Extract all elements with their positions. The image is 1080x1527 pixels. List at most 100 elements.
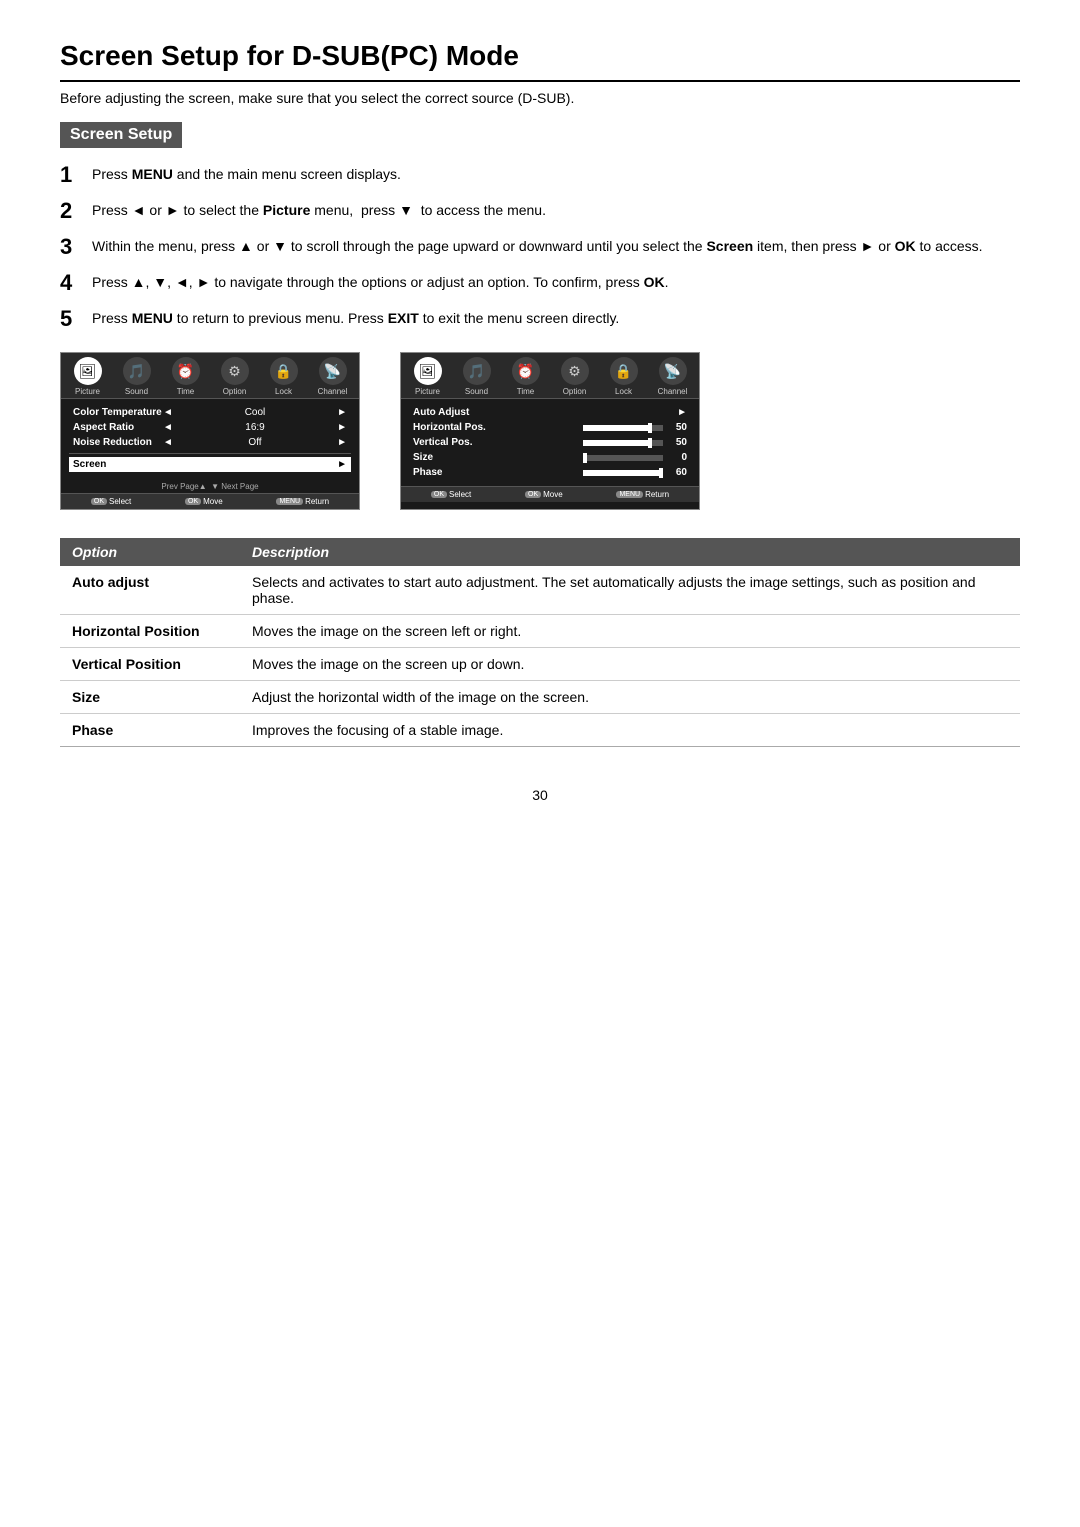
intro-text: Before adjusting the screen, make sure t… — [60, 90, 1020, 106]
table-option-3: Size — [60, 681, 240, 714]
menus-row: 🖼 Picture 🎵 Sound ⏰ Time ⚙ Option 🔒 Lock… — [60, 352, 1020, 510]
step-2: 2 Press ◄ or ► to select the Picture men… — [60, 200, 1020, 224]
right-bottom-select: OK Select — [431, 490, 471, 499]
bottom-select: OK Select — [91, 497, 131, 506]
time-icon: ⏰ — [172, 357, 200, 385]
right-picture-icon: 🖼 — [414, 357, 442, 385]
left-icon-time: ⏰ Time — [166, 357, 206, 396]
table-row-2: Vertical PositionMoves the image on the … — [60, 648, 1020, 681]
size-bar-container: 0 — [433, 452, 687, 463]
table-row-4: PhaseImproves the focusing of a stable i… — [60, 714, 1020, 747]
step-text-4: Press ▲, ▼, ◄, ► to navigate through the… — [92, 272, 669, 293]
right-sound-icon: 🎵 — [463, 357, 491, 385]
vert-pos-bar — [583, 440, 663, 446]
step-text-5: Press MENU to return to previous menu. P… — [92, 308, 619, 329]
vert-pos-marker — [648, 438, 652, 448]
left-row-color-temp: Color Temperature ◄ Cool ► — [69, 405, 351, 420]
page-title: Screen Setup for D-SUB(PC) Mode — [60, 40, 1020, 82]
phase-fill — [583, 470, 661, 476]
picture-icon: 🖼 — [74, 357, 102, 385]
table-description-0: Selects and activates to start auto adju… — [240, 566, 1020, 615]
step-1: 1 Press MENU and the main menu screen di… — [60, 164, 1020, 188]
phase-bar — [583, 470, 663, 476]
left-row-noise: Noise Reduction ◄ Off ► — [69, 435, 351, 450]
left-menu-content: Color Temperature ◄ Cool ► Aspect Ratio … — [61, 399, 359, 478]
step-3: 3 Within the menu, press ▲ or ▼ to scrol… — [60, 236, 1020, 260]
left-menu-separator — [69, 453, 351, 454]
right-menu-icons: 🖼 Picture 🎵 Sound ⏰ Time ⚙ Option 🔒 Lock… — [401, 353, 699, 399]
right-icon-time: ⏰ Time — [506, 357, 546, 396]
left-row-aspect: Aspect Ratio ◄ 16:9 ► — [69, 420, 351, 435]
step-num-3: 3 — [60, 234, 92, 260]
phase-marker — [659, 468, 663, 478]
horiz-pos-bar — [583, 425, 663, 431]
vert-pos-fill — [583, 440, 649, 446]
left-menu-icons: 🖼 Picture 🎵 Sound ⏰ Time ⚙ Option 🔒 Lock… — [61, 353, 359, 399]
step-4: 4 Press ▲, ▼, ◄, ► to navigate through t… — [60, 272, 1020, 296]
horiz-bar-container: 50 — [486, 422, 687, 433]
step-num-1: 1 — [60, 162, 92, 188]
right-time-icon: ⏰ — [512, 357, 540, 385]
left-row-screen: Screen ► — [69, 457, 351, 472]
steps-container: 1 Press MENU and the main menu screen di… — [60, 164, 1020, 332]
option-description-table: Option Description Auto adjustSelects an… — [60, 538, 1020, 747]
horiz-pos-marker — [648, 423, 652, 433]
table-option-4: Phase — [60, 714, 240, 747]
horiz-pos-fill — [583, 425, 649, 431]
page-number: 30 — [60, 787, 1020, 803]
right-row-phase: Phase 60 — [409, 465, 691, 480]
channel-icon: 📡 — [319, 357, 347, 385]
right-row-size: Size 0 — [409, 450, 691, 465]
left-menu-box: 🖼 Picture 🎵 Sound ⏰ Time ⚙ Option 🔒 Lock… — [60, 352, 360, 510]
left-icon-lock: 🔒 Lock — [264, 357, 304, 396]
right-icon-lock: 🔒 Lock — [604, 357, 644, 396]
right-option-icon: ⚙ — [561, 357, 589, 385]
left-icon-picture: 🖼 Picture — [68, 357, 108, 396]
step-num-4: 4 — [60, 270, 92, 296]
bottom-return: MENU Return — [276, 497, 329, 506]
step-num-5: 5 — [60, 306, 92, 332]
left-icon-sound: 🎵 Sound — [117, 357, 157, 396]
col-option-header: Option — [60, 538, 240, 566]
section-heading: Screen Setup — [60, 122, 1020, 164]
table-description-4: Improves the focusing of a stable image. — [240, 714, 1020, 747]
right-menu-bottom: OK Select OK Move MENU Return — [401, 486, 699, 502]
table-description-1: Moves the image on the screen left or ri… — [240, 615, 1020, 648]
right-channel-icon: 📡 — [659, 357, 687, 385]
right-row-auto-adjust: Auto Adjust ► — [409, 405, 691, 420]
table-option-1: Horizontal Position — [60, 615, 240, 648]
table-description-3: Adjust the horizontal width of the image… — [240, 681, 1020, 714]
right-row-vert-pos: Vertical Pos. 50 — [409, 435, 691, 450]
right-icon-channel: 📡 Channel — [653, 357, 693, 396]
table-option-0: Auto adjust — [60, 566, 240, 615]
phase-bar-container: 60 — [442, 467, 687, 478]
right-icon-picture: 🖼 Picture — [408, 357, 448, 396]
bottom-move: OK Move — [185, 497, 223, 506]
table-option-2: Vertical Position — [60, 648, 240, 681]
table-description-2: Moves the image on the screen up or down… — [240, 648, 1020, 681]
right-icon-option: ⚙ Option — [555, 357, 595, 396]
size-bar — [583, 455, 663, 461]
vert-bar-container: 50 — [472, 437, 687, 448]
step-5: 5 Press MENU to return to previous menu.… — [60, 308, 1020, 332]
prev-next-label: Prev Page▲ ▼ Next Page — [61, 482, 359, 491]
table-row-1: Horizontal PositionMoves the image on th… — [60, 615, 1020, 648]
step-num-2: 2 — [60, 198, 92, 224]
right-menu-content: Auto Adjust ► Horizontal Pos. 50 Vertica… — [401, 399, 699, 486]
left-icon-option: ⚙ Option — [215, 357, 255, 396]
step-text-1: Press MENU and the main menu screen disp… — [92, 164, 401, 185]
right-row-horiz-pos: Horizontal Pos. 50 — [409, 420, 691, 435]
step-text-2: Press ◄ or ► to select the Picture menu,… — [92, 200, 546, 221]
left-menu-bottom: OK Select OK Move MENU Return — [61, 493, 359, 509]
step-text-3: Within the menu, press ▲ or ▼ to scroll … — [92, 236, 983, 257]
option-icon: ⚙ — [221, 357, 249, 385]
right-bottom-return: MENU Return — [616, 490, 669, 499]
right-menu-box: 🖼 Picture 🎵 Sound ⏰ Time ⚙ Option 🔒 Lock… — [400, 352, 700, 510]
right-lock-icon: 🔒 — [610, 357, 638, 385]
table-row-0: Auto adjustSelects and activates to star… — [60, 566, 1020, 615]
lock-icon: 🔒 — [270, 357, 298, 385]
left-icon-channel: 📡 Channel — [313, 357, 353, 396]
right-icon-sound: 🎵 Sound — [457, 357, 497, 396]
col-description-header: Description — [240, 538, 1020, 566]
table-row-3: SizeAdjust the horizontal width of the i… — [60, 681, 1020, 714]
